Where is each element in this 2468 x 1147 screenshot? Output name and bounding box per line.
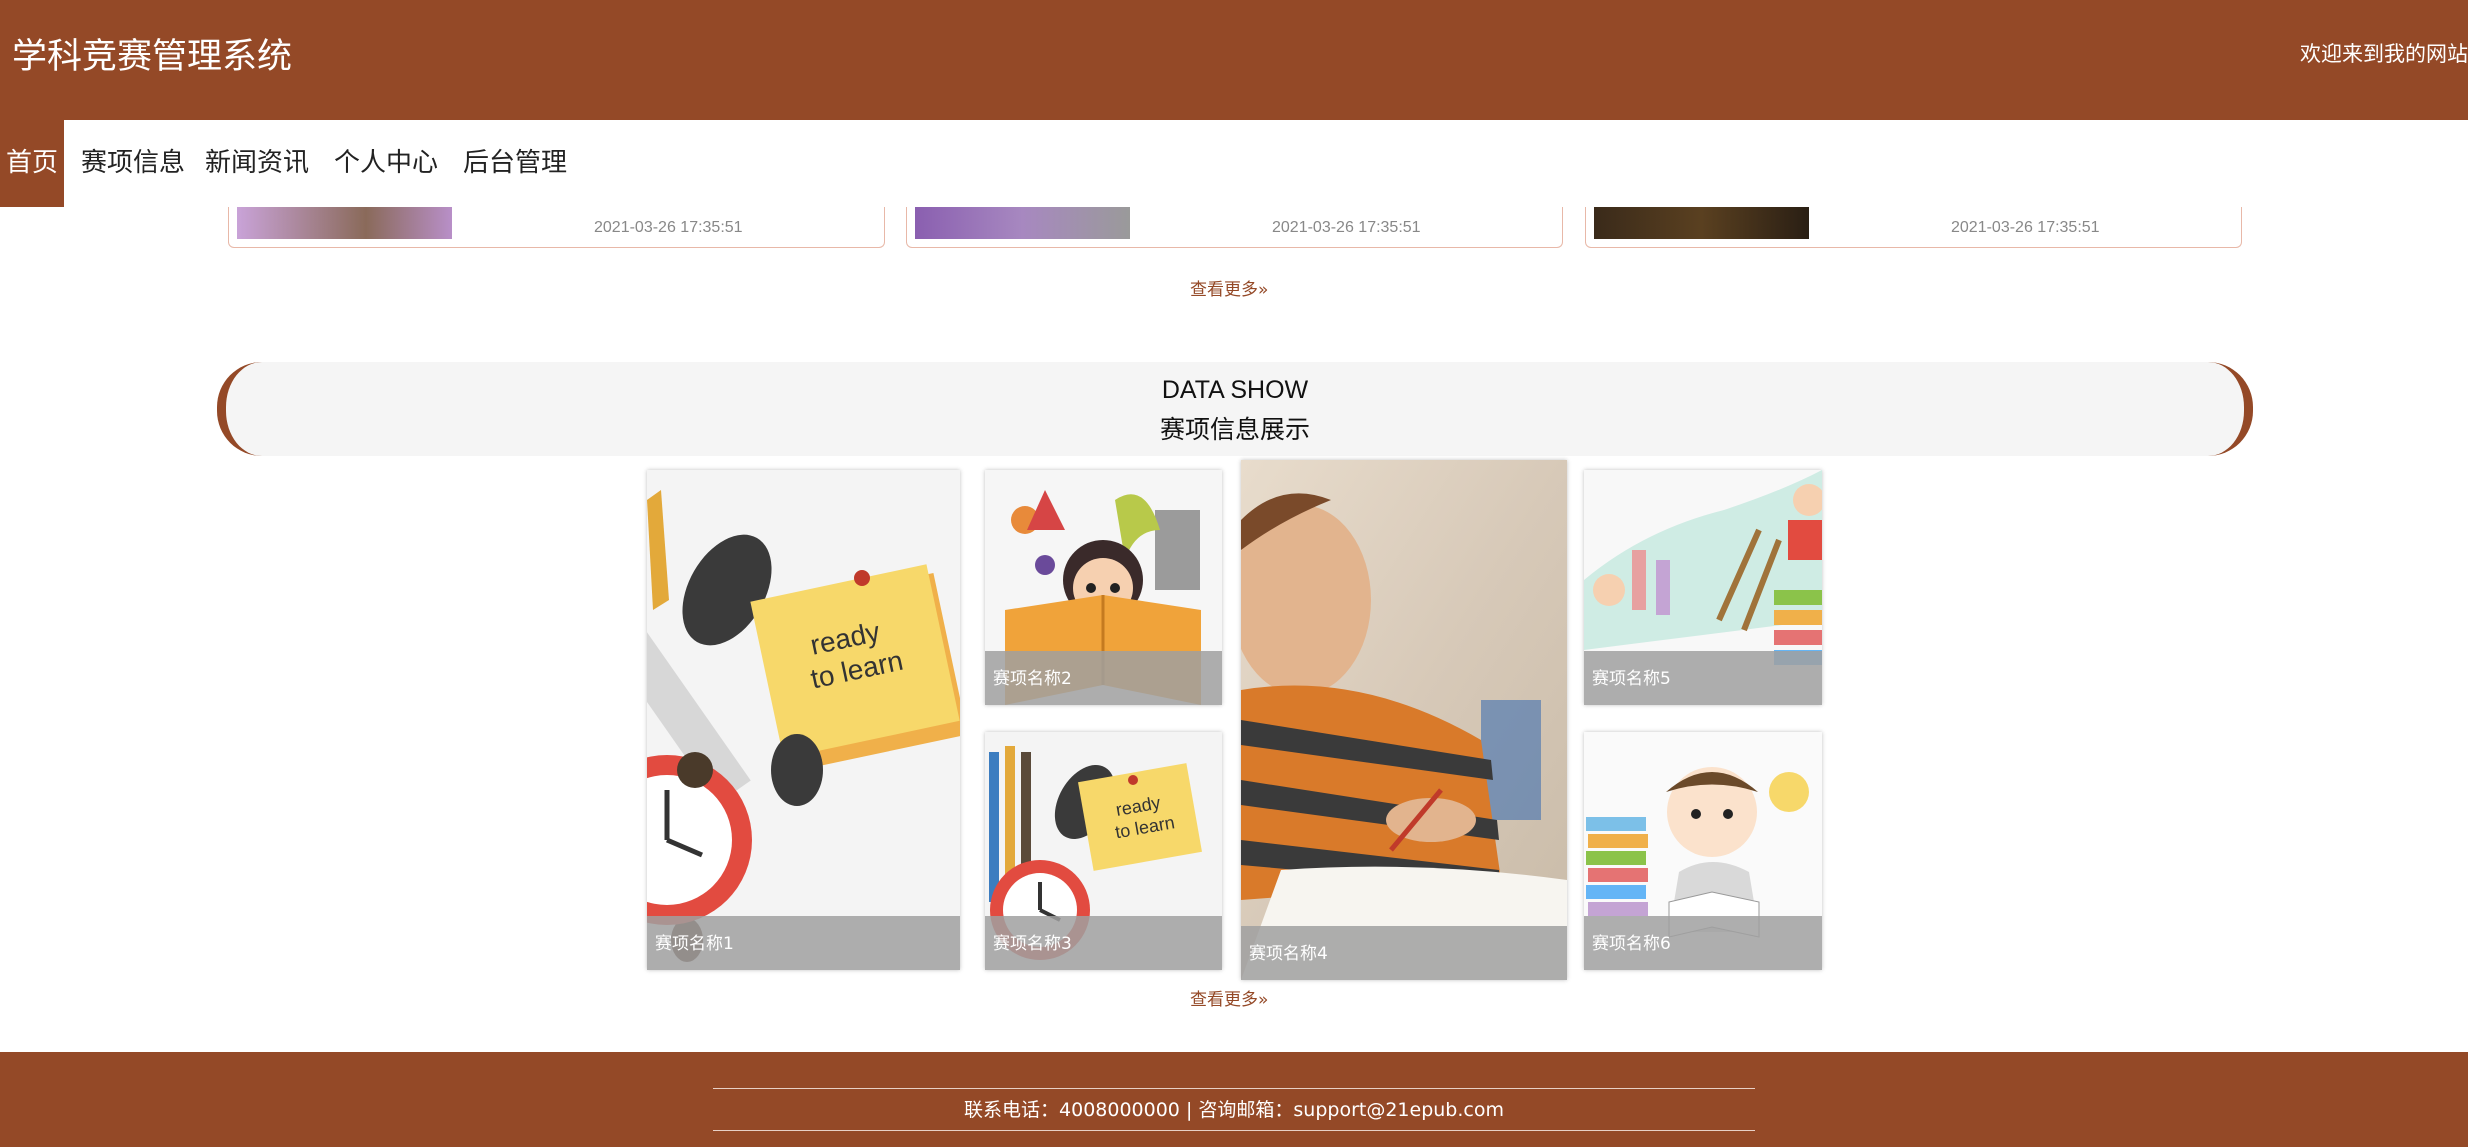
showcase-more-link[interactable]: 查看更多»	[1190, 985, 1268, 1010]
event-name: 赛项名称6	[1592, 934, 1671, 954]
news-card[interactable]: 2021-03-26 17:35:51	[228, 207, 885, 248]
news-more-link[interactable]: 查看更多»	[1190, 275, 1268, 300]
double-chevron-right-icon: »	[1258, 990, 1269, 1010]
nav-news[interactable]: 新闻资讯	[205, 120, 309, 207]
site-header: 学科竞赛管理系统 欢迎来到我的网站	[0, 0, 2468, 120]
event-name: 赛项名称2	[993, 669, 1072, 689]
footer-divider	[713, 1088, 1755, 1089]
nav-events[interactable]: 赛项信息	[81, 120, 185, 207]
site-title: 学科竞赛管理系统	[12, 37, 293, 77]
event-tile[interactable]: ready to learn 赛项名称1	[647, 470, 960, 970]
news-card[interactable]: 2021-03-26 17:35:51	[906, 207, 1563, 248]
event-tile[interactable]: 赛项名称5	[1584, 470, 1822, 705]
news-date: 2021-03-26 17:35:51	[594, 219, 743, 236]
event-name: 赛项名称1	[655, 934, 734, 954]
news-thumbnail	[915, 207, 1130, 239]
footer-divider	[713, 1130, 1755, 1131]
nav-admin[interactable]: 后台管理	[463, 120, 567, 207]
event-tile[interactable]: 赛项名称6	[1584, 732, 1822, 970]
banner-title-cn: 赛项信息展示	[1159, 415, 1310, 444]
event-tile[interactable]: 赛项名称2	[985, 470, 1222, 705]
double-chevron-right-icon: »	[1258, 280, 1269, 300]
main-nav: 首页 赛项信息 新闻资讯 个人中心 后台管理	[0, 120, 2468, 207]
section-banner: DATA SHOW 赛项信息展示	[217, 362, 2253, 456]
event-name: 赛项名称3	[993, 934, 1072, 954]
boy-writing-photo	[1241, 460, 1567, 980]
nav-profile[interactable]: 个人中心	[334, 120, 438, 207]
site-footer: 联系电话：4008000000 | 咨询邮箱：support@21epub.co…	[0, 1052, 2468, 1147]
event-tile[interactable]: 赛项名称4	[1241, 460, 1567, 980]
news-more-label: 查看更多	[1190, 280, 1258, 300]
event-name: 赛项名称5	[1592, 669, 1671, 689]
showcase-more-label: 查看更多	[1190, 990, 1258, 1010]
banner-title-en: DATA SHOW	[1161, 376, 1309, 404]
welcome-text: 欢迎来到我的网站	[2300, 42, 2468, 66]
event-tile[interactable]: ready to learn 赛项名称3	[985, 732, 1222, 970]
news-date: 2021-03-26 17:35:51	[1272, 219, 1421, 236]
nav-home[interactable]: 首页	[0, 120, 64, 207]
ready-to-learn-illustration: ready to learn	[647, 470, 960, 970]
news-thumbnail	[237, 207, 452, 239]
footer-contact: 联系电话：4008000000 | 咨询邮箱：support@21epub.co…	[964, 1099, 1504, 1121]
news-date: 2021-03-26 17:35:51	[1951, 219, 2100, 236]
event-name: 赛项名称4	[1249, 944, 1328, 964]
news-card[interactable]: 2021-03-26 17:35:51	[1585, 207, 2242, 248]
news-thumbnail	[1594, 207, 1809, 239]
